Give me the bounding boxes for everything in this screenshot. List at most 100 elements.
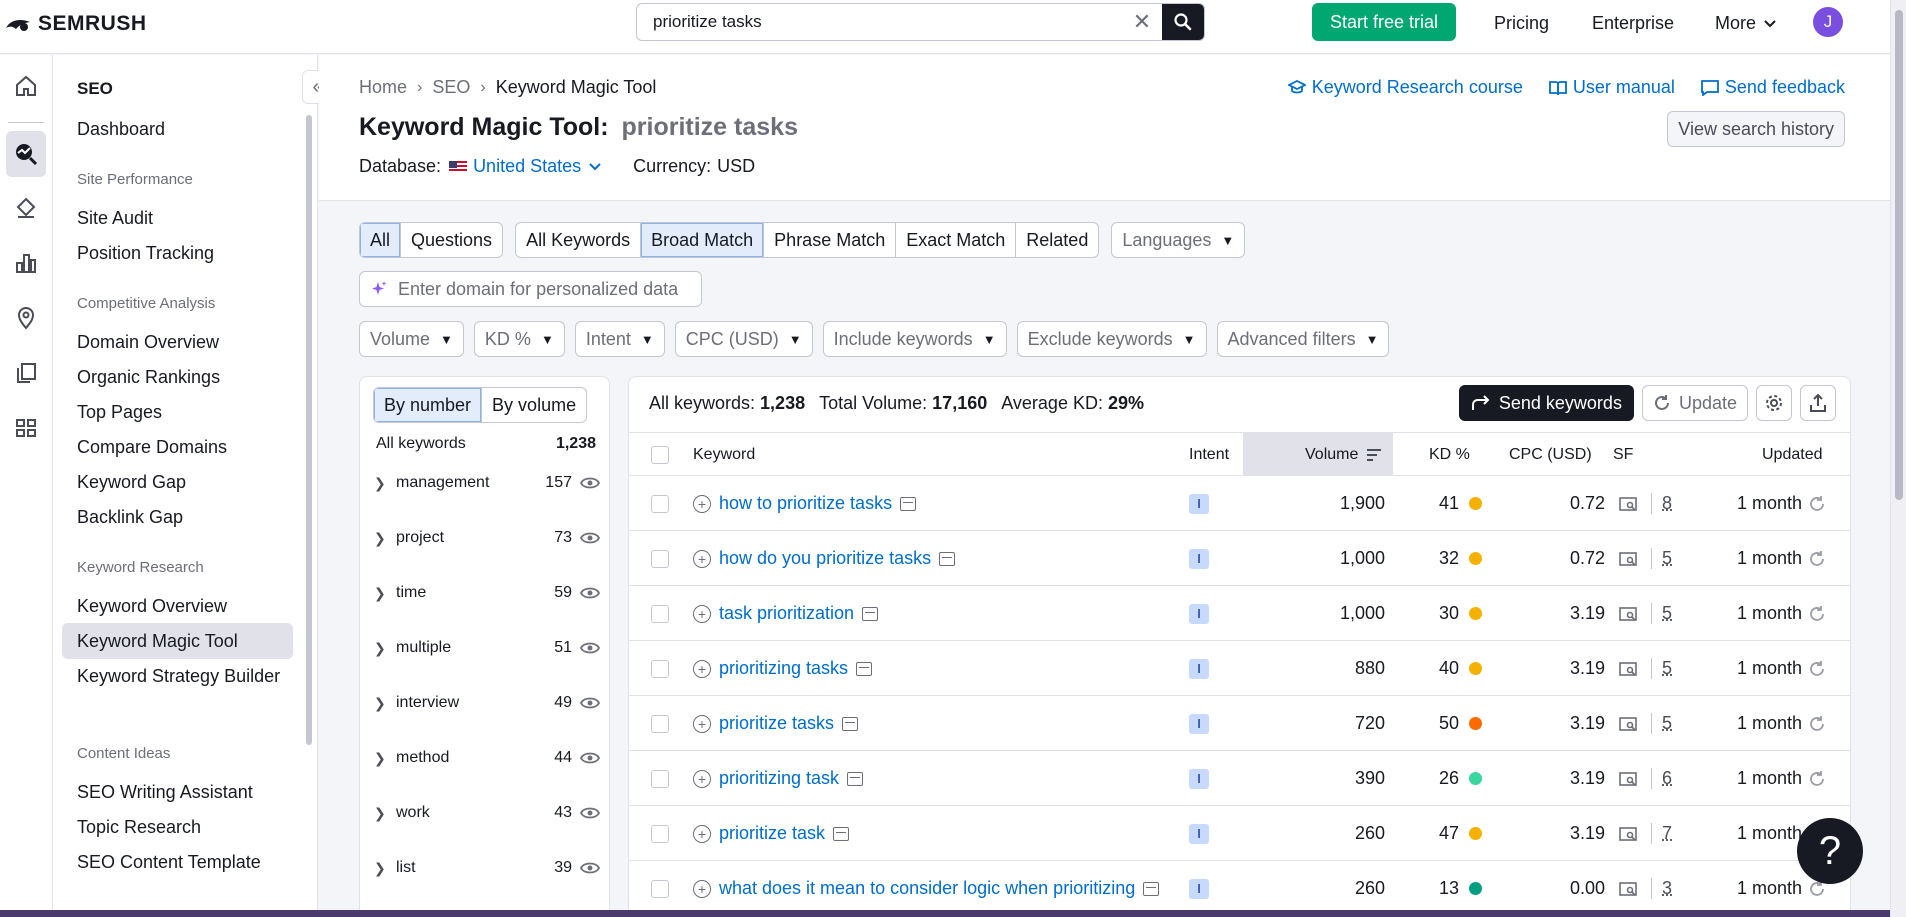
keyword-link[interactable]: prioritizing tasks — [719, 658, 848, 679]
intent-badge[interactable]: I — [1189, 493, 1209, 514]
sidebar-item-keyword-overview[interactable]: Keyword Overview — [77, 594, 297, 618]
volume-filter[interactable]: Volume ▼ — [359, 321, 464, 357]
chevron-right-icon[interactable]: ❯ — [374, 695, 396, 712]
sidebar-item-top-pages[interactable]: Top Pages — [77, 400, 297, 424]
keyword-link[interactable]: what does it mean to consider logic when… — [719, 878, 1135, 899]
by-number-toggle[interactable]: By number — [374, 388, 483, 422]
col-volume[interactable]: Volume — [1243, 433, 1393, 476]
serp-features-count[interactable]: 6 — [1651, 768, 1672, 789]
send-feedback-link[interactable]: Send feedback — [1701, 77, 1845, 98]
intent-badge[interactable]: I — [1189, 603, 1209, 624]
add-to-list-icon[interactable]: + — [693, 824, 711, 843]
sidebar-item-compare-domains[interactable]: Compare Domains — [77, 435, 297, 459]
add-to-list-icon[interactable]: + — [693, 714, 711, 733]
col-intent[interactable]: Intent — [1189, 433, 1229, 476]
col-cpc[interactable]: CPC (USD) — [1509, 433, 1592, 476]
row-checkbox[interactable] — [651, 494, 669, 513]
tab-broad-match[interactable]: Broad Match — [641, 223, 765, 257]
sidebar-scrollbar[interactable] — [306, 115, 312, 745]
table-row[interactable]: + prioritize task I 260 47 3.19 7 1 month — [629, 806, 1850, 861]
personalized-domain-input[interactable]: Enter domain for personalized data — [359, 271, 702, 307]
sidebar-item-keyword-gap[interactable]: Keyword Gap — [77, 470, 297, 494]
apps-grid-icon[interactable] — [6, 405, 46, 451]
tab-phrase-match[interactable]: Phrase Match — [764, 223, 897, 257]
copy-pages-icon[interactable] — [6, 350, 46, 396]
breadcrumb-seo[interactable]: SEO — [432, 77, 470, 98]
serp-features-count[interactable]: 7 — [1651, 823, 1672, 844]
select-all-checkbox[interactable] — [651, 445, 669, 464]
keyword-link[interactable]: prioritize tasks — [719, 713, 834, 734]
keyword-search-box[interactable]: prioritize tasks ✕ — [636, 3, 1205, 41]
keyword-group-item[interactable]: ❯ interview 49 — [374, 688, 600, 718]
chevron-right-icon[interactable]: ❯ — [374, 860, 396, 877]
row-checkbox[interactable] — [651, 714, 669, 733]
keyword-link[interactable]: task prioritization — [719, 603, 854, 624]
settings-button[interactable] — [1756, 385, 1792, 421]
add-to-list-icon[interactable]: + — [693, 659, 711, 678]
view-search-history-button[interactable]: View search history — [1667, 111, 1845, 147]
more-menu[interactable]: More — [1715, 13, 1776, 34]
row-checkbox[interactable] — [651, 659, 669, 678]
advanced-filters[interactable]: Advanced filters ▼ — [1216, 321, 1390, 357]
add-to-list-icon[interactable]: + — [693, 604, 711, 623]
serp-preview-icon[interactable] — [939, 551, 956, 566]
table-row[interactable]: + prioritize tasks I 720 50 3.19 5 1 month — [629, 696, 1850, 751]
serp-features-count[interactable]: 5 — [1651, 548, 1672, 569]
window-scrollbar[interactable] — [1890, 0, 1906, 917]
sidebar-item-position-tracking[interactable]: Position Tracking — [77, 241, 297, 265]
sidebar-item-keyword-magic-tool[interactable]: Keyword Magic Tool — [62, 623, 293, 659]
kd-filter[interactable]: KD % ▼ — [473, 321, 565, 357]
tab-all[interactable]: All — [360, 223, 402, 257]
serp-preview-icon[interactable] — [833, 826, 850, 841]
chevron-right-icon[interactable]: ❯ — [374, 475, 396, 492]
serp-preview-icon[interactable] — [1143, 881, 1160, 896]
search-input[interactable]: prioritize tasks — [637, 12, 1122, 32]
keyword-link[interactable]: how do you prioritize tasks — [719, 548, 931, 569]
intent-badge[interactable]: I — [1189, 713, 1209, 734]
serp-features-count[interactable]: 5 — [1651, 658, 1672, 679]
table-row[interactable]: + prioritizing task I 390 26 3.19 6 1 month — [629, 751, 1850, 806]
serp-features-count[interactable]: 8 — [1651, 493, 1672, 514]
intent-badge[interactable]: I — [1189, 823, 1209, 844]
seo-toolkit-icon[interactable] — [6, 131, 46, 177]
semrush-logo[interactable]: SEMRUSH — [4, 12, 147, 36]
database-selector[interactable]: United States — [473, 156, 581, 177]
tab-questions[interactable]: Questions — [401, 223, 502, 257]
sidebar-item-site-audit[interactable]: Site Audit — [77, 206, 297, 230]
serp-preview-icon[interactable] — [842, 716, 859, 731]
col-keyword[interactable]: Keyword — [693, 433, 755, 476]
keyword-link[interactable]: how to prioritize tasks — [719, 493, 892, 514]
user-manual-link[interactable]: User manual — [1548, 77, 1675, 98]
breadcrumb-home[interactable]: Home — [359, 77, 407, 98]
pricing-link[interactable]: Pricing — [1494, 13, 1549, 34]
add-to-list-icon[interactable]: + — [693, 494, 711, 513]
content-marketing-icon[interactable] — [6, 185, 46, 231]
analytics-icon[interactable] — [6, 240, 46, 286]
chevron-right-icon[interactable]: ❯ — [374, 585, 396, 602]
table-row[interactable]: + prioritizing tasks I 880 40 3.19 5 1 month — [629, 641, 1850, 696]
serp-preview-icon[interactable] — [900, 496, 917, 511]
row-checkbox[interactable] — [651, 824, 669, 843]
exclude-keywords-filter[interactable]: Exclude keywords ▼ — [1016, 321, 1207, 357]
search-button[interactable] — [1162, 4, 1204, 40]
sidebar-item-seo-writing-assistant[interactable]: SEO Writing Assistant — [77, 780, 297, 804]
keyword-group-item[interactable]: ❯ multiple 51 — [374, 633, 600, 663]
keyword-group-item[interactable]: ❯ list 39 — [374, 853, 600, 883]
serp-preview-icon[interactable] — [862, 606, 879, 621]
start-free-trial-button[interactable]: Start free trial — [1312, 3, 1456, 41]
sidebar-item-topic-research[interactable]: Topic Research — [77, 815, 297, 839]
sidebar-item-seo-content-template[interactable]: SEO Content Template — [77, 850, 297, 874]
intent-filter[interactable]: Intent ▼ — [574, 321, 665, 357]
keyword-link[interactable]: prioritize task — [719, 823, 825, 844]
col-sf[interactable]: SF — [1613, 433, 1633, 476]
serp-features-count[interactable]: 5 — [1651, 603, 1672, 624]
all-keywords-group[interactable]: All keywords 1,238 — [376, 435, 596, 453]
col-updated[interactable]: Updated — [1762, 433, 1823, 476]
user-avatar[interactable]: J — [1813, 7, 1843, 37]
row-checkbox[interactable] — [651, 604, 669, 623]
clear-icon[interactable]: ✕ — [1122, 9, 1162, 35]
tab-all-keywords[interactable]: All Keywords — [516, 223, 642, 257]
intent-badge[interactable]: I — [1189, 878, 1209, 899]
col-kd[interactable]: KD % — [1429, 433, 1470, 476]
help-button[interactable]: ? — [1797, 818, 1863, 884]
